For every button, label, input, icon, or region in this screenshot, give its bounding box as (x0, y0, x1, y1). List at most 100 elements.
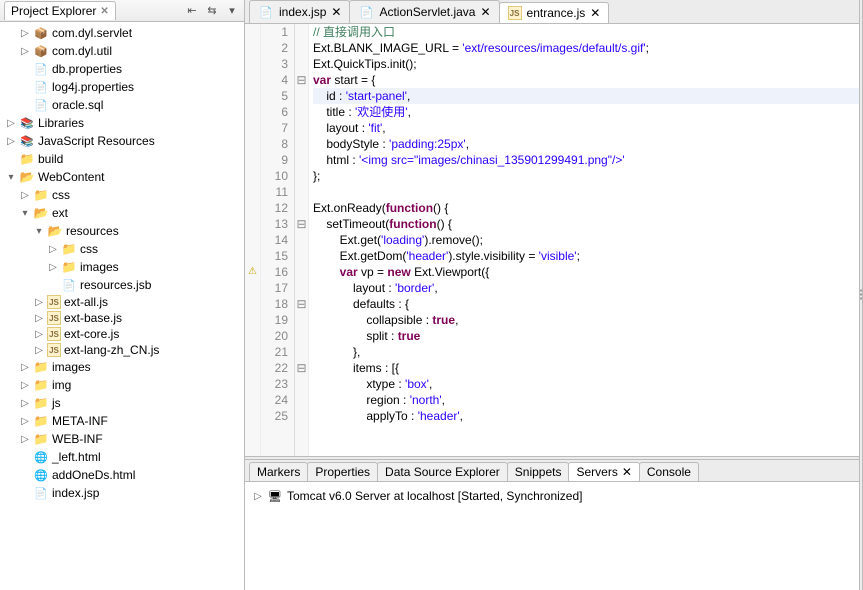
bottom-tab-label: Snippets (515, 465, 562, 479)
expander-icon[interactable]: ▷ (253, 491, 263, 502)
tree-item[interactable]: ▷ img (0, 376, 244, 394)
folder-icon (33, 359, 49, 375)
folder-icon (33, 187, 49, 203)
expander-icon[interactable]: ▷ (20, 28, 30, 39)
tree-item[interactable]: ▷ com.dyl.servlet (0, 24, 244, 42)
tree-item-label: img (52, 378, 71, 392)
bottom-tab[interactable]: Servers ✕ (568, 462, 639, 481)
project-tree[interactable]: ▷ com.dyl.servlet ▷com.dyl.utildb.properti… (0, 22, 244, 590)
file-icon (33, 61, 49, 77)
tree-item[interactable]: ▷ ext-all.js (0, 294, 244, 310)
close-icon[interactable]: ✕ (100, 6, 108, 17)
tree-item[interactable]: log4j.properties (0, 78, 244, 96)
lib-icon (19, 133, 35, 149)
folder-icon (19, 151, 35, 167)
editor-tabs-bar: index.jsp✕ActionServlet.java✕entrance.js… (245, 0, 859, 24)
server-row[interactable]: ▷ 🖥 Tomcat v6.0 Server at localhost [Sta… (251, 486, 853, 506)
tree-item[interactable]: build (0, 150, 244, 168)
expander-icon[interactable]: ▷ (20, 46, 30, 57)
bottom-tab[interactable]: Data Source Explorer (377, 462, 508, 481)
bottom-tab-label: Servers (576, 465, 617, 479)
tree-item[interactable]: resources.jsb (0, 276, 244, 294)
tree-item-label: ext-all.js (64, 295, 108, 309)
server-icon: 🖥 (267, 488, 283, 504)
tree-item[interactable]: ▷js (0, 394, 244, 412)
expander-icon[interactable]: ▾ (20, 208, 30, 219)
code-editor[interactable]: 1234567891011121314151617181920212223242… (245, 24, 859, 456)
collapse-all-icon[interactable]: ⇤ (184, 3, 200, 19)
editor-tab-label: entrance.js (527, 6, 586, 20)
expander-icon[interactable]: ▷ (48, 244, 58, 255)
tree-item[interactable]: addOneDs.html (0, 466, 244, 484)
tree-item[interactable]: ▷META-INF (0, 412, 244, 430)
file-icon (33, 97, 49, 113)
editor-tab[interactable]: index.jsp✕ (249, 0, 350, 23)
tree-item[interactable]: oracle.sql (0, 96, 244, 114)
tree-item[interactable]: db.properties (0, 60, 244, 78)
editor-tab[interactable]: entrance.js ✕ (499, 2, 610, 23)
tree-item[interactable]: ▷images (0, 258, 244, 276)
tree-item[interactable]: ▷images (0, 358, 244, 376)
expander-icon[interactable]: ▷ (6, 136, 16, 147)
expander-icon[interactable]: ▷ (20, 380, 30, 391)
tree-item[interactable]: ▷JavaScript Resources (0, 132, 244, 150)
tree-item-label: resources.jsb (80, 278, 151, 292)
explorer-tab[interactable]: Project Explorer ✕ (4, 1, 116, 20)
expander-icon[interactable]: ▷ (20, 434, 30, 445)
js-icon (47, 311, 61, 325)
line-number-gutter: 1234567891011121314151617181920212223242… (261, 24, 295, 456)
expander-icon[interactable]: ▷ (20, 416, 30, 427)
expander-icon[interactable]: ▷ (20, 398, 30, 409)
expander-icon[interactable]: ▷ (34, 313, 44, 324)
close-icon[interactable]: ✕ (590, 6, 600, 20)
tree-item[interactable]: ▷ext-base.js (0, 310, 244, 326)
fold-gutter[interactable]: ⊟⊟⊟⊟ (295, 24, 309, 456)
bottom-tab[interactable]: Markers (249, 462, 308, 481)
tree-item[interactable]: ▷ext-lang-zh_CN.js (0, 342, 244, 358)
expander-icon[interactable]: ▷ (20, 190, 30, 201)
tree-item[interactable]: ▷ext-core.js (0, 326, 244, 342)
tree-item[interactable]: index.jsp (0, 484, 244, 502)
bottom-tab-label: Data Source Explorer (385, 465, 500, 479)
editor-area: index.jsp✕ActionServlet.java✕entrance.js… (245, 0, 859, 590)
tree-item[interactable]: ▷Libraries (0, 114, 244, 132)
bottom-tab[interactable]: Snippets (507, 462, 570, 481)
tree-item-label: com.dyl.servlet (52, 26, 132, 40)
close-icon[interactable]: ✕ (622, 465, 632, 479)
tree-item[interactable]: ▾ ext (0, 204, 244, 222)
bottom-tabs-bar: MarkersProperties Data Source Explorer Sni… (245, 460, 859, 482)
code-body[interactable]: // 直接调用入口Ext.BLANK_IMAGE_URL = 'ext/reso… (309, 24, 859, 456)
folder-icon (33, 413, 49, 429)
folder-icon (33, 431, 49, 447)
lib-icon (19, 115, 35, 131)
tree-item[interactable]: ▷css (0, 240, 244, 258)
tree-item[interactable]: ▷css (0, 186, 244, 204)
tree-item[interactable]: ▷WEB-INF (0, 430, 244, 448)
expander-icon[interactable]: ▷ (6, 118, 16, 129)
package-icon (33, 43, 49, 59)
expander-icon[interactable]: ▷ (34, 329, 44, 340)
bottom-tab[interactable]: Console (639, 462, 699, 481)
close-icon[interactable]: ✕ (331, 5, 341, 19)
view-menu-icon[interactable]: ▾ (224, 3, 240, 19)
expander-icon[interactable]: ▾ (6, 172, 16, 183)
tree-item[interactable]: _left.html (0, 448, 244, 466)
close-icon[interactable]: ✕ (480, 5, 490, 19)
file-icon (258, 4, 274, 20)
tree-item[interactable]: ▾WebContent (0, 168, 244, 186)
js-icon (47, 343, 61, 357)
link-editor-icon[interactable]: ⇆ (204, 3, 220, 19)
tree-item[interactable]: ▷com.dyl.util (0, 42, 244, 60)
expander-icon[interactable]: ▾ (34, 226, 44, 237)
editor-tab[interactable]: ActionServlet.java✕ (349, 0, 499, 23)
expander-icon[interactable]: ▷ (34, 297, 44, 308)
tree-item[interactable]: ▾resources (0, 222, 244, 240)
vertical-sash[interactable]: ▪▪▪ (859, 0, 863, 590)
expander-icon[interactable]: ▷ (20, 362, 30, 373)
expander-icon[interactable]: ▷ (48, 262, 58, 273)
bottom-tab[interactable]: Properties (307, 462, 378, 481)
expander-icon[interactable]: ▷ (34, 345, 44, 356)
js-icon (47, 327, 61, 341)
tree-item-label: ext (52, 206, 68, 220)
folder-icon (33, 395, 49, 411)
